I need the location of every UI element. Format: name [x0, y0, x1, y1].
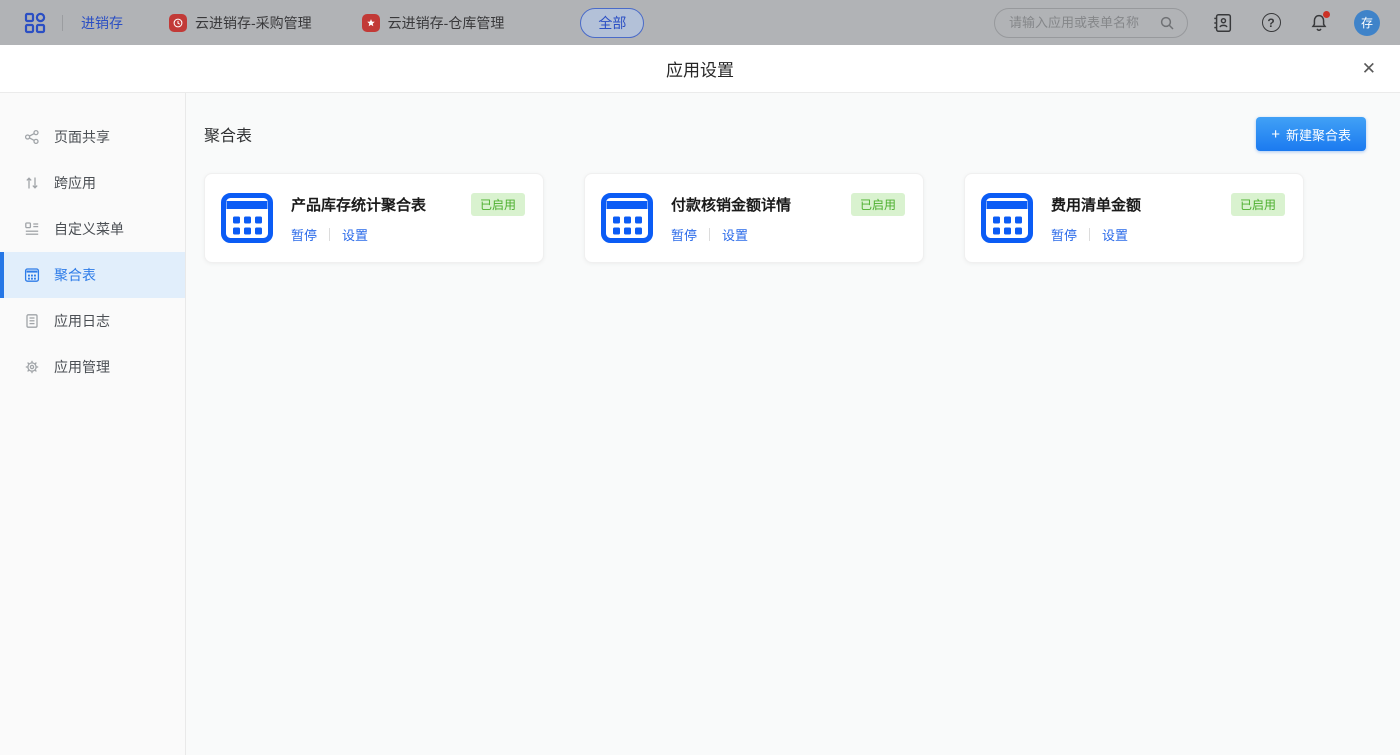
sidebar-item-label: 应用日志	[54, 311, 110, 331]
card-title: 付款核销金额详情	[671, 194, 791, 215]
settings-link[interactable]: 设置	[1102, 225, 1128, 244]
clock-app-icon	[169, 14, 187, 32]
pause-link[interactable]: 暂停	[1051, 225, 1077, 244]
settings-sidebar: 页面共享 跨应用 自定义菜单	[0, 93, 186, 755]
sidebar-item-label: 应用管理	[54, 357, 110, 377]
tab-label: 云进销存-采购管理	[195, 13, 312, 33]
swap-vertical-icon	[24, 175, 40, 191]
new-aggregate-table-button[interactable]: + 新建聚合表	[1256, 117, 1366, 151]
pause-link[interactable]: 暂停	[671, 225, 697, 244]
log-document-icon	[24, 313, 40, 329]
global-search	[994, 8, 1188, 38]
card-title: 费用清单金额	[1051, 194, 1141, 215]
close-icon[interactable]: ✕	[1362, 45, 1376, 93]
address-book-icon[interactable]	[1210, 10, 1236, 36]
tab-warehouse-management[interactable]: 云进销存-仓库管理	[362, 13, 505, 33]
sidebar-item-app-manage[interactable]: 应用管理	[0, 344, 185, 390]
new-button-label: 新建聚合表	[1286, 125, 1351, 144]
avatar[interactable]: 存	[1354, 10, 1380, 36]
status-badge: 已启用	[851, 193, 905, 216]
status-badge: 已启用	[471, 193, 525, 216]
settings-link[interactable]: 设置	[342, 225, 368, 244]
workspace-name[interactable]: 进销存	[81, 13, 123, 33]
aggregate-table-card: 付款核销金额详情 已启用 暂停 设置	[584, 173, 924, 263]
aggregate-table-icon	[979, 190, 1035, 246]
notification-dot	[1323, 11, 1330, 18]
card-title: 产品库存统计聚合表	[291, 194, 426, 215]
aggregate-table-icon	[24, 267, 40, 283]
sidebar-item-label: 跨应用	[54, 173, 96, 193]
aggregate-table-icon	[219, 190, 275, 246]
sidebar-item-label: 页面共享	[54, 127, 110, 147]
aggregate-table-card: 费用清单金额 已启用 暂停 设置	[964, 173, 1304, 263]
page-title: 应用设置	[666, 56, 734, 81]
pause-link[interactable]: 暂停	[291, 225, 317, 244]
star-app-icon	[362, 14, 380, 32]
status-badge: 已启用	[1231, 193, 1285, 216]
sidebar-item-page-share[interactable]: 页面共享	[0, 114, 185, 160]
help-icon[interactable]: ?	[1258, 10, 1284, 36]
action-divider	[709, 228, 710, 241]
sidebar-item-label: 自定义菜单	[54, 219, 124, 239]
sidebar-item-aggregate-table[interactable]: 聚合表	[0, 252, 185, 298]
section-heading: 聚合表	[204, 122, 252, 146]
topbar-right-group: ? 存	[994, 8, 1380, 38]
all-tabs-pill[interactable]: 全部	[580, 8, 644, 38]
tab-label: 云进销存-仓库管理	[388, 13, 505, 33]
action-divider	[1089, 228, 1090, 241]
help-glyph: ?	[1262, 13, 1281, 32]
aggregate-table-icon	[599, 190, 655, 246]
search-icon	[1159, 15, 1175, 31]
sidebar-item-label: 聚合表	[54, 265, 96, 285]
apps-grid-icon[interactable]	[22, 10, 48, 36]
aggregate-table-panel: 聚合表 + 新建聚合表 产品库存统计聚合	[186, 93, 1400, 755]
custom-menu-icon	[24, 221, 40, 237]
aggregate-table-list: 产品库存统计聚合表 已启用 暂停 设置	[204, 173, 1366, 263]
sidebar-item-app-log[interactable]: 应用日志	[0, 298, 185, 344]
notification-bell-icon[interactable]	[1306, 10, 1332, 36]
settings-link[interactable]: 设置	[722, 225, 748, 244]
tab-purchase-management[interactable]: 云进销存-采购管理	[169, 13, 312, 33]
search-input[interactable]	[1009, 15, 1153, 30]
gear-icon	[24, 359, 40, 375]
action-divider	[329, 228, 330, 241]
plus-icon: +	[1271, 127, 1280, 142]
topbar: 进销存 云进销存-采购管理 云进销存-仓库管理 全部	[0, 0, 1400, 45]
share-icon	[24, 129, 40, 145]
topbar-divider	[62, 15, 63, 31]
sidebar-item-cross-app[interactable]: 跨应用	[0, 160, 185, 206]
app-settings-header: 应用设置 ✕	[0, 45, 1400, 93]
aggregate-table-card: 产品库存统计聚合表 已启用 暂停 设置	[204, 173, 544, 263]
sidebar-item-custom-menu[interactable]: 自定义菜单	[0, 206, 185, 252]
